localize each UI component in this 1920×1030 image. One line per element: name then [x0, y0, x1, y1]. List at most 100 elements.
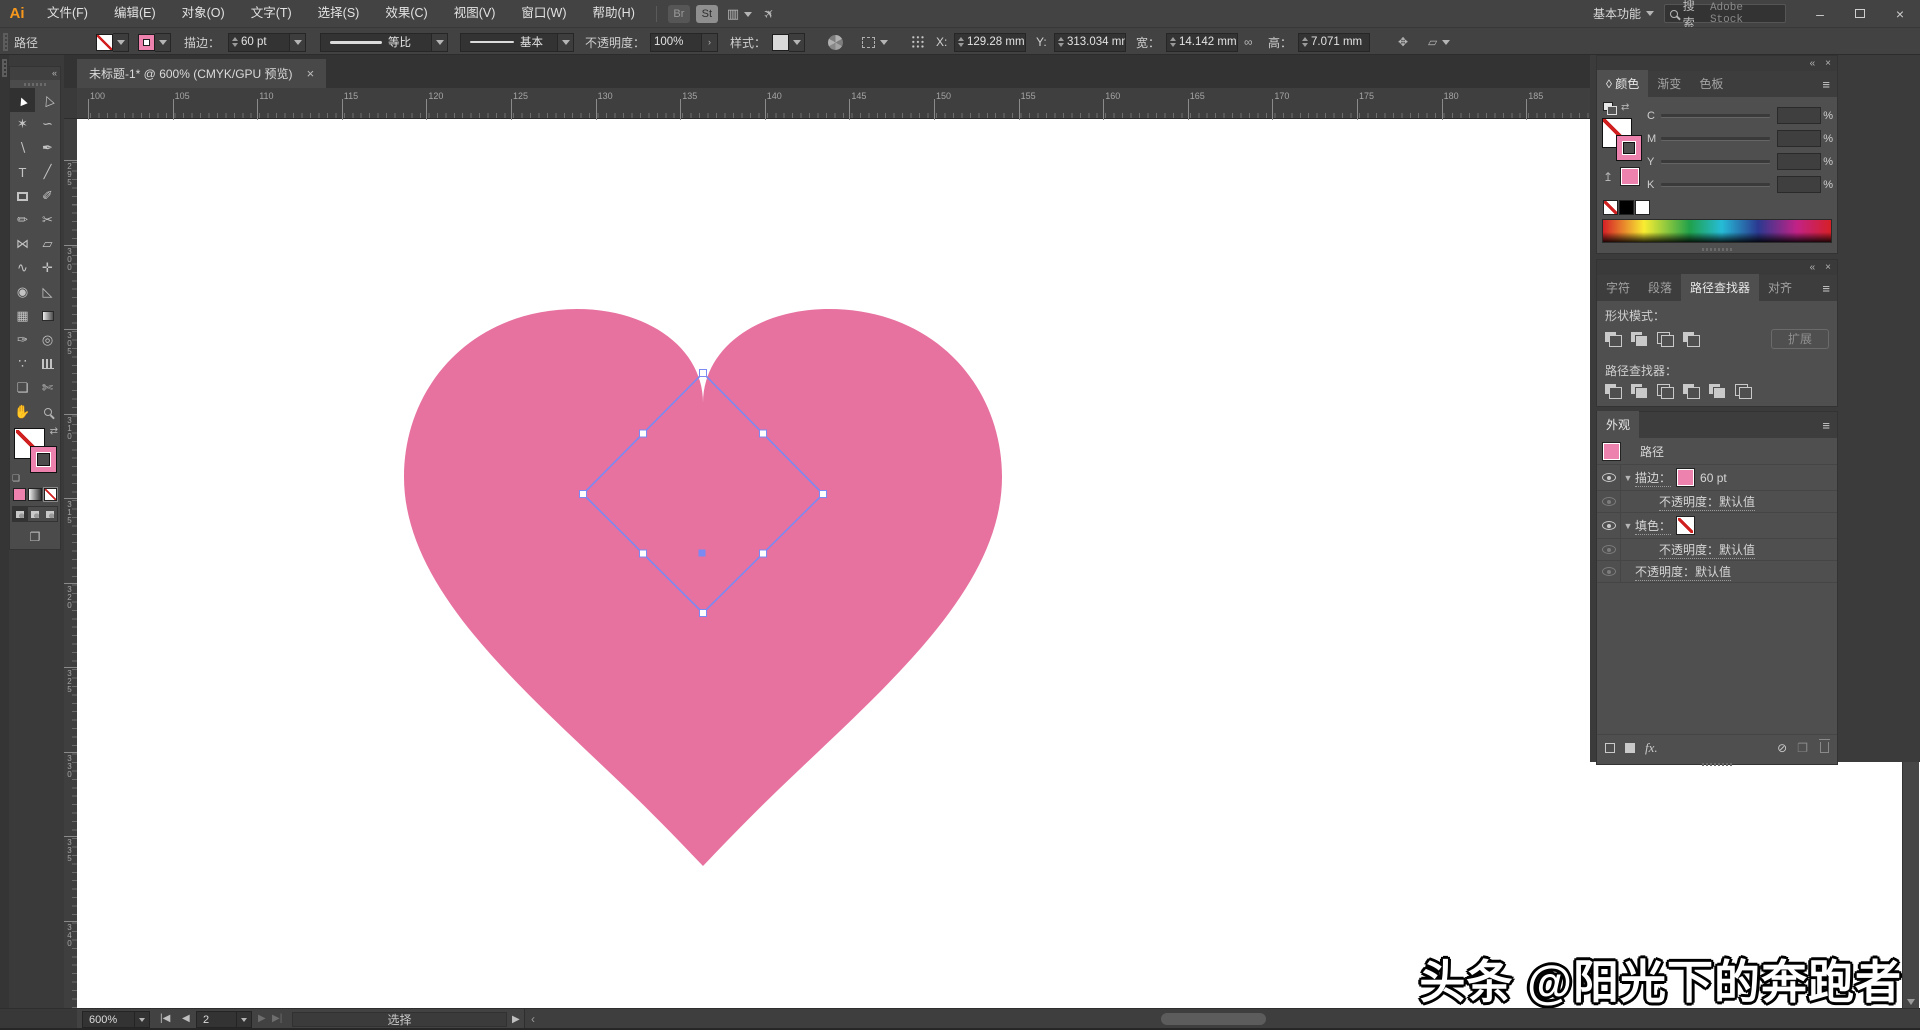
vertical-scrollbar[interactable]: [1902, 762, 1919, 1008]
appearance-path-row[interactable]: 路径: [1597, 438, 1837, 464]
ruler-corner[interactable]: [64, 88, 77, 119]
duplicate-item-icon[interactable]: ❐: [1797, 741, 1808, 755]
collapse-panels-icon[interactable]: «: [1810, 262, 1816, 273]
stroke-swatch[interactable]: [30, 446, 57, 473]
shape-mode-intersect-button[interactable]: [1657, 332, 1674, 347]
chevron-down-icon[interactable]: [789, 33, 805, 52]
document-tab[interactable]: 未标题-1* @ 600% (CMYK/GPU 预览) ×: [77, 59, 326, 88]
expand-chevron-icon[interactable]: ▼: [1621, 473, 1635, 483]
visibility-eye-icon[interactable]: [1602, 497, 1616, 506]
pencil-tool[interactable]: ✏: [10, 208, 35, 232]
free-transform-tool[interactable]: ▱: [35, 232, 60, 256]
shape-builder-tool[interactable]: ◉: [10, 280, 35, 304]
delete-item-icon[interactable]: [1820, 742, 1829, 753]
x-position-field[interactable]: 129.28 mm: [954, 28, 1026, 56]
recolor-artwork-button[interactable]: [828, 28, 843, 56]
selection-handle[interactable]: [640, 550, 647, 557]
lasso-tool[interactable]: ∽: [35, 112, 60, 136]
status-text-field[interactable]: 选择: [292, 1012, 507, 1027]
fill-color-swatch[interactable]: [96, 28, 129, 56]
maximize-button[interactable]: [1840, 0, 1880, 27]
tab-color[interactable]: ◊ 颜色: [1597, 70, 1648, 97]
channel-slider[interactable]: [1661, 160, 1770, 163]
clear-appearance-icon[interactable]: ⊘: [1777, 741, 1787, 755]
pathfinder-divide-button[interactable]: [1605, 384, 1622, 399]
pen-tool[interactable]: ✒: [35, 136, 60, 160]
visibility-eye-icon[interactable]: [1602, 567, 1616, 576]
stroke-color-swatch[interactable]: [1677, 469, 1694, 486]
horizontal-scrollbar[interactable]: ‹: [524, 1009, 1920, 1030]
close-panel-icon[interactable]: ×: [1825, 58, 1831, 69]
chevron-down-icon[interactable]: [134, 1012, 149, 1027]
selection-center-point[interactable]: [699, 550, 706, 557]
channel-value-field[interactable]: [1777, 176, 1821, 193]
shape-mode-unite-button[interactable]: [1605, 332, 1622, 347]
expand-chevron-icon[interactable]: ▼: [1621, 521, 1635, 531]
appearance-opacity-row[interactable]: 不透明度：默认值: [1597, 560, 1837, 582]
selection-handle[interactable]: [700, 370, 707, 377]
draw-behind-button[interactable]: [28, 507, 43, 521]
swap-fill-stroke-icon[interactable]: ⇄: [1621, 102, 1629, 113]
toolbar-grip[interactable]: [10, 80, 60, 88]
perspective-grid-tool[interactable]: ◺: [35, 280, 60, 304]
graphic-style-dropdown[interactable]: [772, 28, 805, 56]
appearance-stroke-row[interactable]: ▼ 描边： 60 pt: [1597, 464, 1837, 490]
shape-mode-exclude-button[interactable]: [1683, 332, 1700, 347]
bounding-box-button[interactable]: ✥: [1398, 28, 1408, 56]
bridge-button[interactable]: Br: [668, 5, 690, 23]
constrain-proportions-toggle[interactable]: ∞: [1244, 28, 1253, 56]
invert-color-icon[interactable]: ↥: [1603, 170, 1613, 184]
white-swatch[interactable]: [1635, 200, 1650, 215]
tab-align[interactable]: 对齐: [1759, 274, 1801, 301]
panel-grip[interactable]: [3, 28, 8, 56]
channel-value-field[interactable]: [1777, 153, 1821, 170]
expand-button[interactable]: 扩展: [1771, 329, 1829, 349]
draw-normal-button[interactable]: [13, 507, 28, 521]
magic-wand-tool[interactable]: ✶: [10, 112, 35, 136]
heart-shape[interactable]: [404, 309, 1002, 866]
panel-resize-handle[interactable]: [1597, 245, 1837, 253]
gradient-tool[interactable]: [35, 304, 60, 328]
add-effect-button[interactable]: fx.: [1645, 740, 1658, 756]
gradient-button[interactable]: [28, 488, 41, 501]
appearance-fill-opacity-row[interactable]: 不透明度：默认值: [1597, 538, 1837, 560]
gpu-performance-icon[interactable]: ✈: [764, 6, 775, 22]
anchor-point-tool[interactable]: ∖: [10, 136, 35, 160]
chevron-down-icon[interactable]: [113, 33, 129, 52]
tab-paragraph[interactable]: 段落: [1639, 274, 1681, 301]
menu-item-1[interactable]: 编辑(E): [101, 0, 169, 27]
opacity-field[interactable]: 100% ›: [650, 28, 718, 56]
pathfinder-outline-button[interactable]: [1709, 384, 1726, 399]
zoom-level-dropdown[interactable]: 600%: [82, 1011, 150, 1028]
stepper-icon[interactable]: [1302, 37, 1308, 47]
scroll-left-icon[interactable]: ‹: [531, 1012, 535, 1026]
screen-mode-button[interactable]: ❐: [10, 525, 60, 549]
add-new-stroke-icon[interactable]: [1605, 743, 1615, 753]
tab-gradient[interactable]: 渐变: [1648, 70, 1690, 97]
hand-tool[interactable]: ✋: [10, 400, 35, 424]
mini-fill-stroke-icon[interactable]: [1603, 102, 1617, 114]
zoom-tool[interactable]: [35, 400, 60, 424]
grip-icon[interactable]: [2, 59, 7, 77]
stroke-proxy-pink[interactable]: [1616, 135, 1642, 161]
menu-item-4[interactable]: 选择(S): [305, 0, 373, 27]
menu-item-2[interactable]: 对象(O): [169, 0, 238, 27]
chevron-down-icon[interactable]: [290, 33, 306, 52]
selection-handle[interactable]: [700, 610, 707, 617]
arrange-documents-icon[interactable]: ▥: [727, 6, 752, 22]
visibility-eye-icon[interactable]: [1602, 545, 1616, 554]
flyout-arrow-icon[interactable]: ›: [702, 33, 718, 52]
color-button[interactable]: [13, 488, 26, 501]
black-swatch[interactable]: [1619, 200, 1634, 215]
toolbar-collapse-button[interactable]: «: [10, 67, 60, 80]
selection-handle[interactable]: [760, 430, 767, 437]
width-tool[interactable]: ∿: [10, 256, 35, 280]
close-document-icon[interactable]: ×: [307, 66, 315, 81]
mesh-tool[interactable]: ▦: [10, 304, 35, 328]
visibility-eye-icon[interactable]: [1602, 521, 1616, 530]
channel-value-field[interactable]: [1777, 130, 1821, 147]
selection-handle[interactable]: [820, 491, 827, 498]
pathfinder-crop-button[interactable]: [1683, 384, 1700, 399]
stepper-icon[interactable]: [1170, 37, 1176, 47]
stepper-icon[interactable]: [958, 37, 964, 47]
